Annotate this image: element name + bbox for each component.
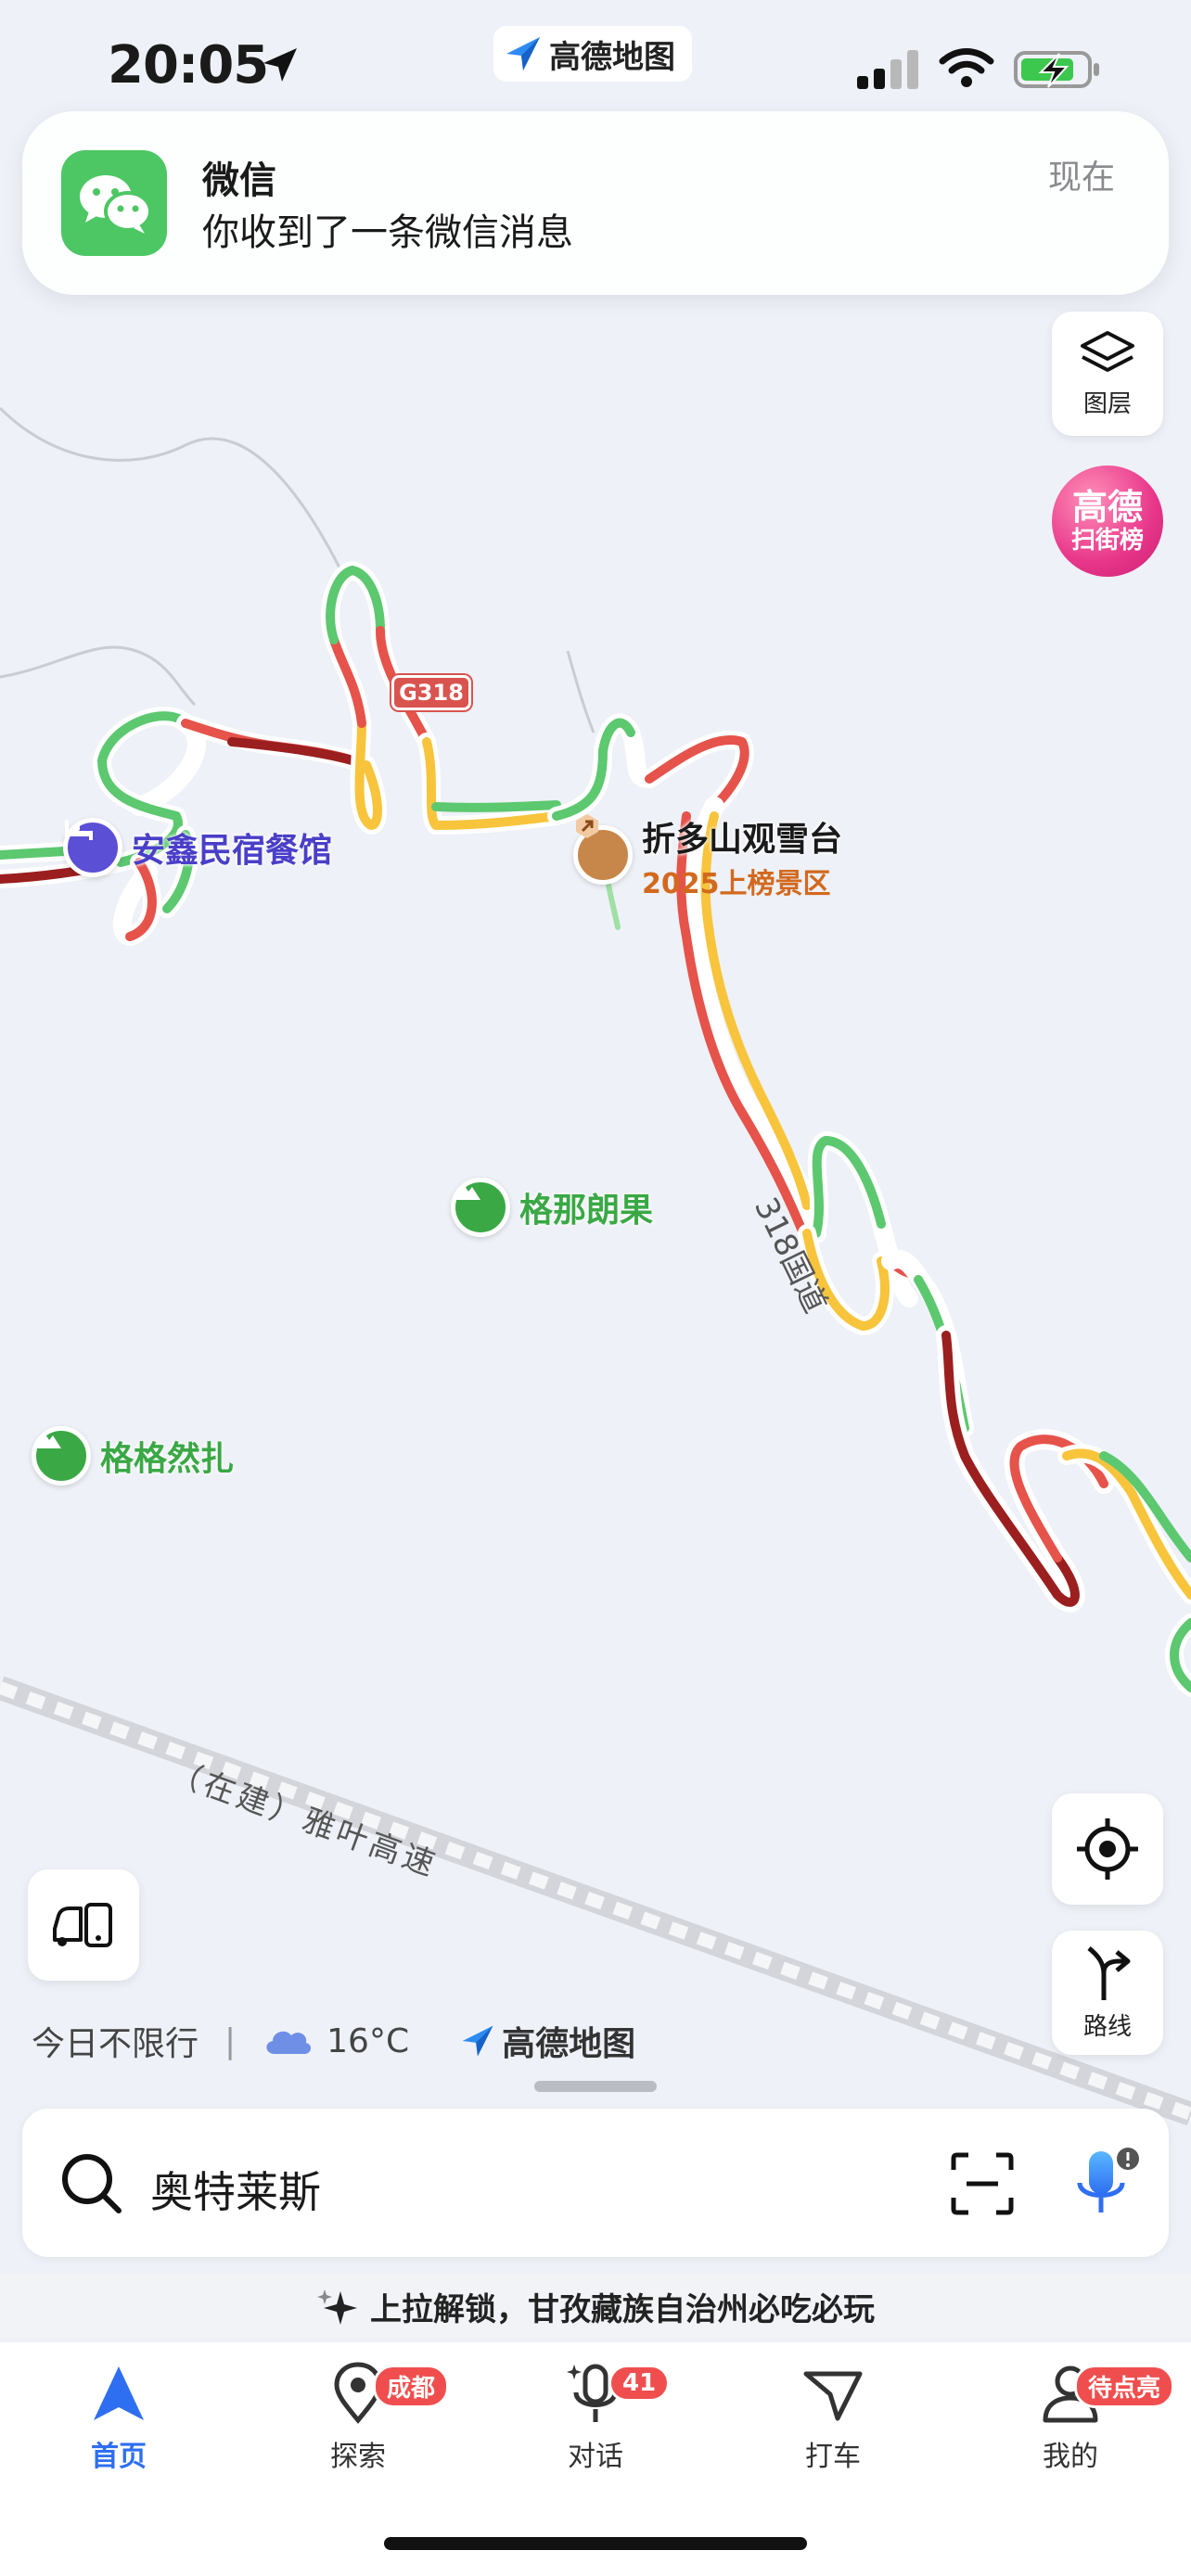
traffic-restriction-text[interactable]: 今日不限行 <box>32 2017 198 2065</box>
route-turn-icon <box>1087 1945 1131 2000</box>
tab-label: 我的 <box>1043 2441 1098 2473</box>
crosshair-locate-icon <box>1077 1818 1138 1880</box>
amap-brand-text: 高德地图 <box>502 2025 636 2063</box>
search-input[interactable]: 奥特莱斯 <box>150 2159 321 2220</box>
tab-label: 首页 <box>91 2441 147 2473</box>
amap-logo-icon <box>462 2025 493 2057</box>
location-arrow-icon <box>263 48 297 82</box>
tab-taxi[interactable]: 打车 <box>740 2361 926 2500</box>
temperature-text: 16°C <box>327 2021 410 2060</box>
status-bar: 20:05 高德地图 <box>0 0 1191 111</box>
street-ranking-button[interactable]: 高德 扫街榜 <box>1052 465 1163 577</box>
search-box[interactable]: 奥特莱斯 <box>22 2109 1169 2257</box>
info-divider: | <box>224 2021 237 2060</box>
hotel-bed-icon <box>63 818 122 877</box>
poi-name: 折多山观雪台 <box>642 821 843 859</box>
car-phone-icon <box>53 1903 112 1947</box>
battery-charging-icon <box>1014 51 1099 88</box>
amap-brand: 高德地图 <box>459 2017 635 2065</box>
poi-snow-view[interactable]: 折多山观雪台 2025上榜景区 <box>573 812 842 901</box>
home-indicator[interactable] <box>384 2537 807 2550</box>
tab-label: 探索 <box>330 2441 386 2473</box>
wechat-icon <box>61 150 167 256</box>
route-button[interactable]: 路线 <box>1052 1931 1163 2055</box>
car-mode-button[interactable] <box>28 1869 139 1981</box>
poi-guesthouse[interactable]: 安鑫民宿餐馆 <box>63 818 332 877</box>
navigation-arrow-icon <box>94 2366 144 2420</box>
tab-badge: 待点亮 <box>1074 2365 1175 2408</box>
poi-gegeranza[interactable]: 格格然扎 <box>32 1426 234 1486</box>
locate-me-button[interactable] <box>1052 1793 1163 1905</box>
notification-time: 现在 <box>1047 159 1115 197</box>
wifi-icon <box>939 48 994 87</box>
sparkle-icon <box>317 2289 357 2325</box>
notification-message: 你收到了一条微信消息 <box>202 211 573 254</box>
tab-mine[interactable]: 我的 待点亮 <box>978 2361 1175 2500</box>
poi-name: 格格然扎 <box>100 1440 235 1478</box>
layers-icon <box>1081 330 1134 372</box>
layers-button[interactable]: 图层 <box>1052 312 1163 436</box>
pull-up-promo[interactable]: 上拉解锁，甘孜藏族自治州必吃必玩 <box>0 2274 1191 2339</box>
voice-mic-icon[interactable] <box>1061 2142 1145 2225</box>
tab-explore[interactable]: 探索 成都 <box>265 2361 451 2500</box>
route-label: 路线 <box>1082 2012 1132 2041</box>
tab-badge: 成都 <box>373 2365 450 2408</box>
poi-genalangguo[interactable]: 格那朗果 <box>451 1178 653 1237</box>
ranking-line2: 扫街榜 <box>1070 527 1144 555</box>
active-app-pill[interactable]: 高德地图 <box>493 26 692 82</box>
cloud-weather-icon <box>266 2031 312 2054</box>
tab-chat[interactable]: 对话 41 <box>503 2361 688 2500</box>
promo-text: 上拉解锁，甘孜藏族自治州必吃必玩 <box>370 2290 875 2328</box>
poi-name: 安鑫民宿餐馆 <box>132 832 333 870</box>
ranking-line1: 高德 <box>1071 487 1143 528</box>
cellular-signal-icon <box>857 50 918 89</box>
layers-label: 图层 <box>1082 389 1132 418</box>
search-icon <box>62 2154 122 2213</box>
scan-icon[interactable] <box>950 2151 1015 2216</box>
tab-badge: 41 <box>608 2365 671 2402</box>
tab-label: 打车 <box>805 2441 861 2473</box>
scenic-spot-icon <box>573 814 633 885</box>
taxi-arrow-icon <box>803 2371 863 2421</box>
sheet-grabber[interactable] <box>534 2081 657 2092</box>
wechat-notification[interactable]: 微信 你收到了一条微信消息 现在 <box>22 111 1169 295</box>
info-row: 今日不限行 | 16°C 高德地图 <box>32 2018 635 2064</box>
active-app-name: 高德地图 <box>549 38 675 76</box>
tab-home[interactable]: 首页 <box>26 2361 211 2500</box>
poi-ranking-tag: 2025上榜景区 <box>642 868 831 900</box>
mountain-icon <box>451 1178 510 1237</box>
amap-logo-icon <box>506 37 540 70</box>
tab-label: 对话 <box>568 2441 623 2473</box>
notification-app-name: 微信 <box>202 159 276 202</box>
poi-name: 格那朗果 <box>519 1192 654 1230</box>
status-time: 20:05 <box>108 35 269 96</box>
mountain-icon <box>32 1426 91 1486</box>
road-shield-g318: G318 <box>391 675 471 710</box>
